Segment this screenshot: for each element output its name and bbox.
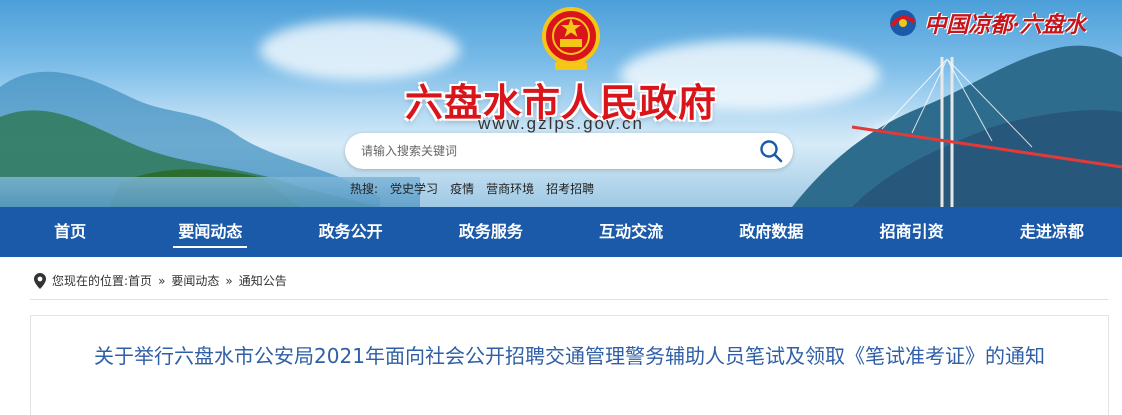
breadcrumb-separator: » bbox=[225, 273, 233, 288]
nav-item-home[interactable]: 首页 bbox=[0, 207, 140, 257]
article-panel: 关于举行六盘水市公安局2021年面向社会公开招聘交通管理警务辅助人员笔试及领取《… bbox=[30, 315, 1109, 415]
nav-item-about-city[interactable]: 走进凉都 bbox=[982, 207, 1122, 257]
search-input[interactable] bbox=[345, 133, 749, 169]
breadcrumb-item-home[interactable]: 首页 bbox=[128, 274, 152, 288]
breadcrumb-item-notices[interactable]: 通知公告 bbox=[239, 272, 287, 289]
nav-item-interaction[interactable]: 互动交流 bbox=[561, 207, 701, 257]
nav-item-gov-services[interactable]: 政务服务 bbox=[421, 207, 561, 257]
search-bar bbox=[345, 133, 793, 169]
nav-item-news[interactable]: 要闻动态 bbox=[140, 207, 280, 257]
breadcrumb: 您现在的位置:首页 » 要闻动态 » 通知公告 bbox=[34, 272, 287, 289]
nav-item-gov-data[interactable]: 政府数据 bbox=[701, 207, 841, 257]
header-banner: 六盘水市人民政府 www.gzlps.gov.cn 中国凉都·六盘水 热搜: 党… bbox=[0, 0, 1122, 207]
location-pin-icon bbox=[34, 272, 46, 289]
brand-logo[interactable]: 中国凉都·六盘水 bbox=[888, 6, 1086, 40]
hot-search-item[interactable]: 招考招聘 bbox=[546, 180, 594, 197]
divider bbox=[30, 299, 1108, 300]
breadcrumb-prefix: 您现在的位置:首页 bbox=[52, 274, 153, 288]
nav-item-gov-affairs-open[interactable]: 政务公开 bbox=[281, 207, 421, 257]
breadcrumb-separator: » bbox=[158, 273, 166, 288]
search-button[interactable] bbox=[749, 133, 793, 169]
hot-search-label: 热搜: bbox=[350, 182, 379, 196]
brand-logo-icon bbox=[890, 10, 917, 36]
site-url: www.gzlps.gov.cn bbox=[478, 114, 644, 133]
hot-search-item[interactable]: 疫情 bbox=[450, 180, 474, 197]
national-emblem-icon bbox=[542, 7, 600, 70]
hot-search-item[interactable]: 营商环境 bbox=[486, 180, 534, 197]
hot-search-item[interactable]: 党史学习 bbox=[390, 180, 438, 197]
breadcrumb-item-news[interactable]: 要闻动态 bbox=[171, 272, 219, 289]
article-title: 关于举行六盘水市公安局2021年面向社会公开招聘交通管理警务辅助人员笔试及领取《… bbox=[94, 344, 1045, 368]
hot-search: 热搜: 党史学习 疫情 营商环境 招考招聘 bbox=[350, 180, 594, 197]
nav-item-investment[interactable]: 招商引资 bbox=[842, 207, 982, 257]
main-nav: 首页 要闻动态 政务公开 政务服务 互动交流 政府数据 招商引资 走进凉都 bbox=[0, 207, 1122, 257]
search-icon bbox=[760, 140, 783, 163]
brand-text: 中国凉都·六盘水 bbox=[924, 12, 1086, 38]
